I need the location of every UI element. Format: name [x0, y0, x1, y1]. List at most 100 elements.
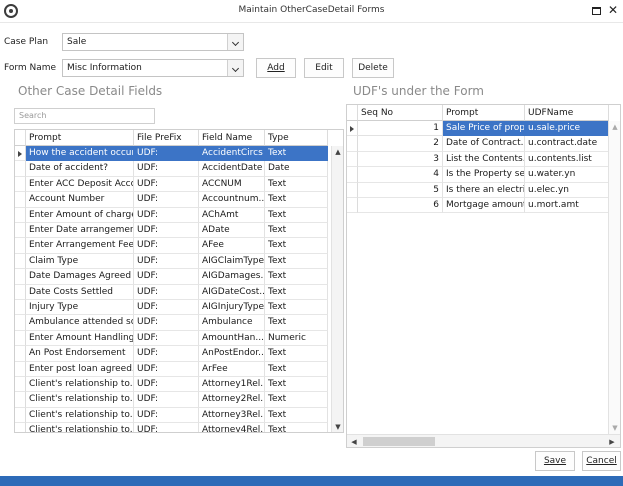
table-cell[interactable]: AccidentDate: [199, 161, 265, 177]
chevron-down-icon[interactable]: [227, 34, 243, 50]
row-selector[interactable]: [15, 330, 26, 347]
right-table-hscrollbar[interactable]: ◀ ▶: [347, 434, 620, 447]
column-header-seq-no[interactable]: Seq No: [358, 105, 443, 121]
table-cell[interactable]: Numeric: [265, 330, 328, 347]
row-selector[interactable]: [15, 423, 26, 432]
table-cell[interactable]: Text: [265, 192, 328, 208]
table-cell[interactable]: Claim Type: [26, 253, 134, 270]
table-cell[interactable]: Client's relationship to...: [26, 377, 134, 393]
table-cell[interactable]: AIGClaimType: [199, 253, 265, 270]
table-cell[interactable]: Date Damages Agreed: [26, 269, 134, 285]
table-cell[interactable]: Sale Price of prop...: [443, 121, 525, 137]
table-cell[interactable]: 5: [358, 182, 443, 198]
table-cell[interactable]: Enter ACC Deposit Acco...: [26, 176, 134, 193]
row-selector[interactable]: [15, 346, 26, 362]
table-cell[interactable]: 4: [358, 167, 443, 183]
table-cell[interactable]: UDF:: [134, 207, 199, 223]
row-selector[interactable]: [15, 207, 26, 223]
table-cell[interactable]: UDF:: [134, 423, 199, 432]
table-cell[interactable]: u.mort.amt: [525, 198, 609, 214]
table-cell[interactable]: ArFee: [199, 361, 265, 377]
table-cell[interactable]: UDF:: [134, 392, 199, 408]
table-cell[interactable]: AmountHan...: [199, 330, 265, 347]
table-cell[interactable]: ACCNUM: [199, 176, 265, 193]
table-cell[interactable]: Date Costs Settled: [26, 284, 134, 300]
row-selector[interactable]: [15, 192, 26, 208]
chevron-down-icon[interactable]: [227, 60, 243, 76]
form-name-dropdown[interactable]: Misc Information: [62, 59, 244, 77]
table-cell[interactable]: Text: [265, 207, 328, 223]
column-header-field-name[interactable]: Field Name: [199, 130, 265, 146]
scroll-up-icon[interactable]: ▲: [609, 121, 620, 133]
table-cell[interactable]: ADate: [199, 223, 265, 239]
table-cell[interactable]: Text: [265, 146, 328, 162]
table-cell[interactable]: Text: [265, 361, 328, 377]
column-header-type[interactable]: Type: [265, 130, 328, 146]
table-cell[interactable]: Enter Arrangement Fee: [26, 238, 134, 254]
column-header-udfname[interactable]: UDFName: [525, 105, 609, 121]
table-cell[interactable]: UDF:: [134, 300, 199, 316]
column-header-prompt[interactable]: Prompt: [443, 105, 525, 121]
column-header-prompt[interactable]: Prompt: [26, 130, 134, 146]
table-cell[interactable]: Text: [265, 315, 328, 331]
right-table-scrollbar[interactable]: ▲ ▼: [608, 121, 620, 434]
table-cell[interactable]: UDF:: [134, 315, 199, 331]
table-cell[interactable]: Accountnum...: [199, 192, 265, 208]
table-cell[interactable]: UDF:: [134, 253, 199, 270]
row-selector[interactable]: [15, 377, 26, 393]
table-cell[interactable]: Text: [265, 300, 328, 316]
table-cell[interactable]: Attorney2Rel...: [199, 392, 265, 408]
table-cell[interactable]: Date of accident?: [26, 161, 134, 177]
table-cell[interactable]: AccidentCircs: [199, 146, 265, 162]
table-cell[interactable]: Client's relationship to...: [26, 407, 134, 424]
table-cell[interactable]: UDF:: [134, 192, 199, 208]
table-cell[interactable]: Text: [265, 223, 328, 239]
maximize-icon[interactable]: [592, 7, 601, 15]
row-selector[interactable]: [347, 151, 358, 168]
table-cell[interactable]: Date of Contract...: [443, 136, 525, 152]
table-cell[interactable]: Date: [265, 161, 328, 177]
table-cell[interactable]: List the Contents...: [443, 151, 525, 168]
row-selector[interactable]: [15, 161, 26, 177]
table-cell[interactable]: Text: [265, 377, 328, 393]
table-cell[interactable]: Text: [265, 407, 328, 424]
table-cell[interactable]: AIGDamages...: [199, 269, 265, 285]
row-selector[interactable]: [15, 361, 26, 377]
table-cell[interactable]: u.contents.list: [525, 151, 609, 168]
scroll-right-icon[interactable]: ▶: [607, 436, 617, 447]
add-button[interactable]: Add: [256, 58, 296, 78]
row-selector[interactable]: [347, 167, 358, 183]
table-cell[interactable]: Text: [265, 423, 328, 432]
cancel-button[interactable]: Cancel: [582, 451, 621, 471]
table-cell[interactable]: Text: [265, 269, 328, 285]
table-cell[interactable]: Ambulance attended sc...: [26, 315, 134, 331]
row-selector[interactable]: [347, 198, 358, 214]
table-cell[interactable]: u.contract.date: [525, 136, 609, 152]
row-selector[interactable]: [15, 176, 26, 193]
row-selector[interactable]: [15, 269, 26, 285]
table-cell[interactable]: UDF:: [134, 284, 199, 300]
scrollbar-thumb[interactable]: [363, 437, 435, 446]
table-cell[interactable]: UDF:: [134, 176, 199, 193]
table-cell[interactable]: Text: [265, 253, 328, 270]
scroll-down-icon[interactable]: ▼: [332, 421, 343, 432]
scroll-down-icon[interactable]: ▼: [609, 422, 620, 434]
table-cell[interactable]: 6: [358, 198, 443, 214]
table-cell[interactable]: AIGDateCost...: [199, 284, 265, 300]
table-cell[interactable]: Text: [265, 176, 328, 193]
table-cell[interactable]: 3: [358, 151, 443, 168]
table-cell[interactable]: Client's relationship to...: [26, 423, 134, 432]
row-selector[interactable]: [15, 392, 26, 408]
search-input[interactable]: Search: [14, 108, 155, 124]
table-cell[interactable]: UDF:: [134, 161, 199, 177]
table-cell[interactable]: Text: [265, 238, 328, 254]
table-cell[interactable]: UDF:: [134, 269, 199, 285]
row-selector[interactable]: [15, 284, 26, 300]
table-cell[interactable]: UDF:: [134, 238, 199, 254]
row-selector[interactable]: [15, 253, 26, 270]
table-cell[interactable]: Attorney1Rel...: [199, 377, 265, 393]
table-cell[interactable]: Is there an electri...: [443, 182, 525, 198]
table-cell[interactable]: Is the Property se...: [443, 167, 525, 183]
row-selector[interactable]: [15, 407, 26, 424]
row-selector[interactable]: [15, 146, 26, 162]
